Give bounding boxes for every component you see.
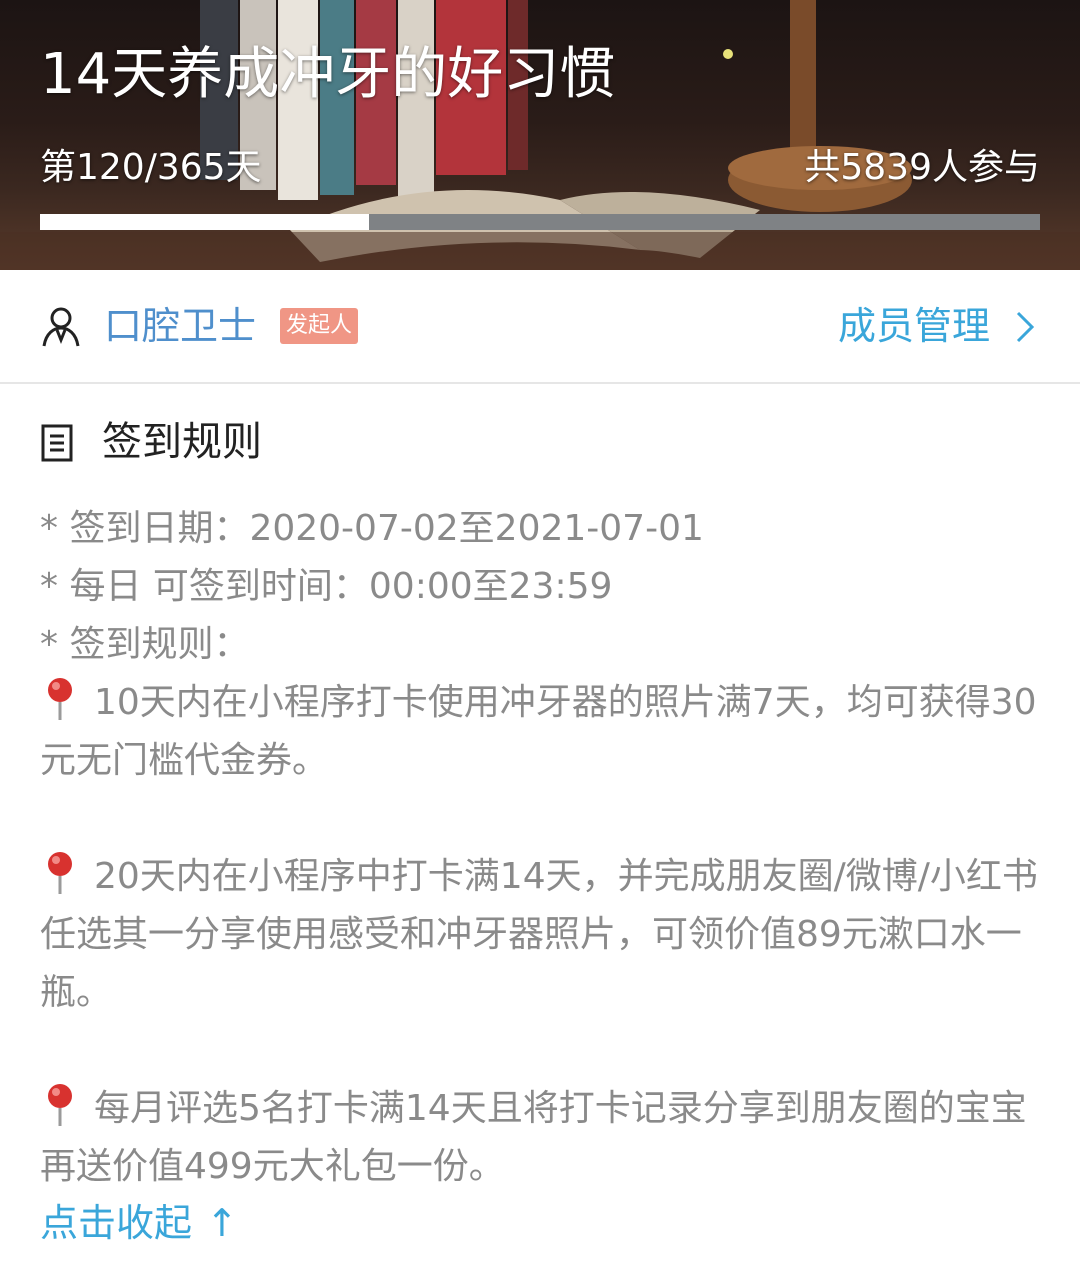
person-outline-icon [42, 307, 80, 347]
rule-item-text: 每月评选5名打卡满14天且将打卡记录分享到朋友圈的宝宝再送价值499元大礼包一份… [40, 1088, 1027, 1187]
rules-title: 签到规则 [102, 419, 262, 465]
collapse-button[interactable]: 点击收起 ↑ [40, 1196, 238, 1250]
rule-item-text: 20天内在小程序中打卡满14天，并完成朋友圈/微博/小红书任选其一分享使用感受和… [40, 856, 1038, 1013]
rule-item: 每月评选5名打卡满14天且将打卡记录分享到朋友圈的宝宝再送价值499元大礼包一份… [40, 1080, 1040, 1196]
red-pushpin-icon [48, 678, 72, 720]
challenge-title: 14天养成冲牙的好习惯 [40, 42, 616, 107]
owner-row: 口腔卫士 发起人 成员管理 [0, 270, 1080, 384]
checkin-date-range: * 签到日期：2020-07-02至2021-07-01 [40, 508, 704, 549]
day-progress-text: 第120/365天 [40, 147, 262, 188]
rule-item: 20天内在小程序中打卡满14天，并完成朋友圈/微博/小红书任选其一分享使用感受和… [40, 848, 1040, 1022]
document-icon [41, 424, 73, 462]
rule-heading: * 签到规则： [40, 624, 250, 665]
rules-body: * 签到日期：2020-07-02至2021-07-01 * 每日 可签到时间：… [40, 500, 1040, 1196]
progress-bar-fill [40, 214, 369, 230]
member-management-link[interactable]: 成员管理 [838, 300, 990, 352]
rule-item-text: 10天内在小程序打卡使用冲牙器的照片满7天，均可获得30元无门槛代金券。 [40, 682, 1037, 781]
red-pushpin-icon [48, 852, 72, 894]
daily-checkin-time: * 每日 可签到时间：00:00至23:59 [40, 566, 613, 607]
owner-name[interactable]: 口腔卫士 [104, 300, 256, 352]
progress-bar [40, 214, 1040, 230]
participant-count: 共5839人参与 [804, 147, 1040, 188]
arrow-up-icon: ↑ [206, 1201, 238, 1245]
challenge-banner: 14天养成冲牙的好习惯 第120/365天 共5839人参与 [0, 0, 1080, 270]
chevron-right-icon[interactable] [1014, 310, 1036, 344]
initiator-badge: 发起人 [280, 308, 359, 344]
red-pushpin-icon [48, 1084, 72, 1126]
collapse-label: 点击收起 [40, 1201, 193, 1245]
rule-item: 10天内在小程序打卡使用冲牙器的照片满7天，均可获得30元无门槛代金券。 [40, 674, 1040, 790]
